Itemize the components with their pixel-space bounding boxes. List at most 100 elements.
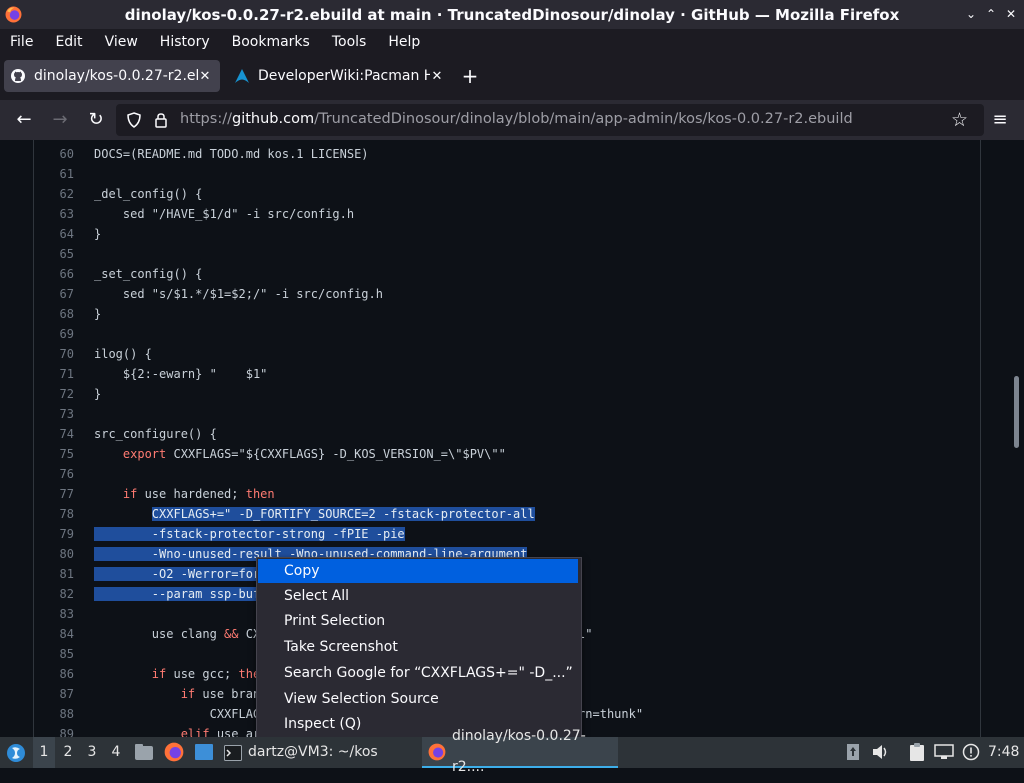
forward-button[interactable]: →: [50, 110, 70, 130]
code-line[interactable]: 66 _set_config() {: [34, 264, 980, 284]
updates-icon[interactable]: [846, 743, 860, 761]
code-line[interactable]: 61: [34, 164, 980, 184]
new-tab-button[interactable]: +: [460, 66, 480, 86]
file-manager-icon[interactable]: [134, 743, 154, 761]
code-line[interactable]: 67 sed "s/$1.*/$1=$2;/" -i src/config.h: [34, 284, 980, 304]
code-line[interactable]: 77 if use hardened; then: [34, 484, 980, 504]
notifications-icon[interactable]: [962, 743, 980, 761]
shield-icon[interactable]: [126, 112, 142, 128]
tab-github-kos-ebuild[interactable]: dinolay/kos-0.0.27-r2.ebuild ✕: [4, 60, 220, 92]
desktop-icon[interactable]: [194, 743, 214, 761]
app-menu-icon[interactable]: ≡: [990, 110, 1010, 130]
line-number[interactable]: 80: [34, 544, 74, 564]
address-bar[interactable]: https://github.com/TruncatedDinosour/din…: [116, 104, 984, 136]
line-number[interactable]: 71: [34, 364, 74, 384]
taskbar-window-firefox[interactable]: dinolay/kos-0.0.27-r2....: [422, 728, 618, 775]
line-number[interactable]: 78: [34, 504, 74, 524]
reload-button[interactable]: ↻: [86, 110, 106, 130]
code-segment: _set_config() {: [94, 267, 203, 281]
line-number[interactable]: 65: [34, 244, 74, 264]
line-number[interactable]: 86: [34, 664, 74, 684]
line-number[interactable]: 82: [34, 584, 74, 604]
line-number[interactable]: 89: [34, 724, 74, 737]
minimize-icon[interactable]: ⌄: [966, 7, 976, 21]
ctx-copy[interactable]: Copy: [258, 559, 578, 583]
code-line[interactable]: 74 src_configure() {: [34, 424, 980, 444]
back-button[interactable]: ←: [14, 110, 34, 130]
line-number[interactable]: 69: [34, 324, 74, 344]
workspace-1[interactable]: 1: [33, 737, 55, 768]
line-number[interactable]: 72: [34, 384, 74, 404]
code-keyword: &&: [224, 627, 239, 641]
line-number[interactable]: 85: [34, 644, 74, 664]
scrollbar-thumb[interactable]: [1014, 376, 1019, 448]
menu-tools[interactable]: Tools: [321, 34, 378, 50]
line-number[interactable]: 66: [34, 264, 74, 284]
code-line[interactable]: 68}: [34, 304, 980, 324]
clipboard-icon[interactable]: [908, 742, 926, 762]
menu-history[interactable]: History: [149, 34, 221, 50]
close-tab-icon[interactable]: ✕: [430, 69, 444, 84]
close-tab-icon[interactable]: ✕: [198, 69, 212, 84]
line-number[interactable]: 60: [34, 144, 74, 164]
ctx-select-all[interactable]: Select All: [258, 584, 578, 608]
ctx-view-selection-source[interactable]: View Selection Source: [258, 687, 578, 711]
code-line[interactable]: 69: [34, 324, 980, 344]
url-text[interactable]: https://github.com/TruncatedDinosour/din…: [180, 111, 853, 127]
line-number[interactable]: 73: [34, 404, 74, 424]
bookmark-star-icon[interactable]: ☆: [951, 109, 968, 131]
line-number[interactable]: 70: [34, 344, 74, 364]
line-number[interactable]: 81: [34, 564, 74, 584]
line-number[interactable]: 62: [34, 184, 74, 204]
code-line[interactable]: 62 _del_config() {: [34, 184, 980, 204]
code-line[interactable]: 70 ilog() {: [34, 344, 980, 364]
maximize-icon[interactable]: ⌃: [986, 7, 996, 21]
line-number[interactable]: 64: [34, 224, 74, 244]
code-line[interactable]: 76: [34, 464, 980, 484]
line-number[interactable]: 83: [34, 604, 74, 624]
firefox-launcher-icon[interactable]: [164, 742, 184, 762]
code-line[interactable]: 71 ${2:-ewarn} " $1": [34, 364, 980, 384]
ctx-print-selection[interactable]: Print Selection: [258, 609, 578, 633]
code-line[interactable]: 78 CXXFLAGS+=" -D_FORTIFY_SOURCE=2 -fsta…: [34, 504, 980, 524]
menu-bookmarks[interactable]: Bookmarks: [221, 34, 321, 50]
lock-icon[interactable]: [154, 112, 168, 128]
taskbar-window-terminal[interactable]: dartz@VM3: ~/kos: [224, 737, 404, 768]
menu-edit[interactable]: Edit: [44, 34, 93, 50]
clock[interactable]: 7:48: [988, 737, 1019, 768]
line-number[interactable]: 87: [34, 684, 74, 704]
line-number[interactable]: 74: [34, 424, 74, 444]
line-number[interactable]: 88: [34, 704, 74, 724]
code-line[interactable]: 73: [34, 404, 980, 424]
line-number[interactable]: 77: [34, 484, 74, 504]
line-number[interactable]: 76: [34, 464, 74, 484]
line-number[interactable]: 63: [34, 204, 74, 224]
code-line[interactable]: 79 -fstack-protector-strong -fPIE -pie: [34, 524, 980, 544]
close-window-icon[interactable]: ✕: [1006, 7, 1016, 21]
ctx-take-screenshot[interactable]: Take Screenshot: [258, 635, 578, 659]
code-line[interactable]: 65: [34, 244, 980, 264]
code-line[interactable]: 60 DOCS=(README.md TODO.md kos.1 LICENSE): [34, 144, 980, 164]
line-number[interactable]: 75: [34, 444, 74, 464]
workspace-4[interactable]: 4: [106, 737, 126, 768]
volume-icon[interactable]: [872, 744, 890, 760]
line-number[interactable]: 61: [34, 164, 74, 184]
workspace-3[interactable]: 3: [82, 737, 102, 768]
ctx-search-google[interactable]: Search Google for “CXXFLAGS+=" -D_...”: [258, 661, 578, 685]
line-number[interactable]: 79: [34, 524, 74, 544]
window-titlebar[interactable]: dinolay/kos-0.0.27-r2.ebuild at main · T…: [0, 0, 1024, 29]
menu-file[interactable]: File: [0, 34, 44, 50]
line-number[interactable]: 68: [34, 304, 74, 324]
tab-developerwiki-pacman[interactable]: DeveloperWiki:Pacman H ✕: [228, 60, 452, 92]
code-line[interactable]: 75 export CXXFLAGS="${CXXFLAGS} -D_KOS_V…: [34, 444, 980, 464]
line-number[interactable]: 84: [34, 624, 74, 644]
start-menu-icon[interactable]: [6, 743, 26, 763]
code-line[interactable]: 63 sed "/HAVE_$1/d" -i src/config.h: [34, 204, 980, 224]
menu-view[interactable]: View: [94, 34, 149, 50]
line-number[interactable]: 67: [34, 284, 74, 304]
menu-help[interactable]: Help: [377, 34, 431, 50]
code-line[interactable]: 72}: [34, 384, 980, 404]
code-line[interactable]: 64}: [34, 224, 980, 244]
network-icon[interactable]: [934, 744, 954, 760]
workspace-2[interactable]: 2: [58, 737, 78, 768]
